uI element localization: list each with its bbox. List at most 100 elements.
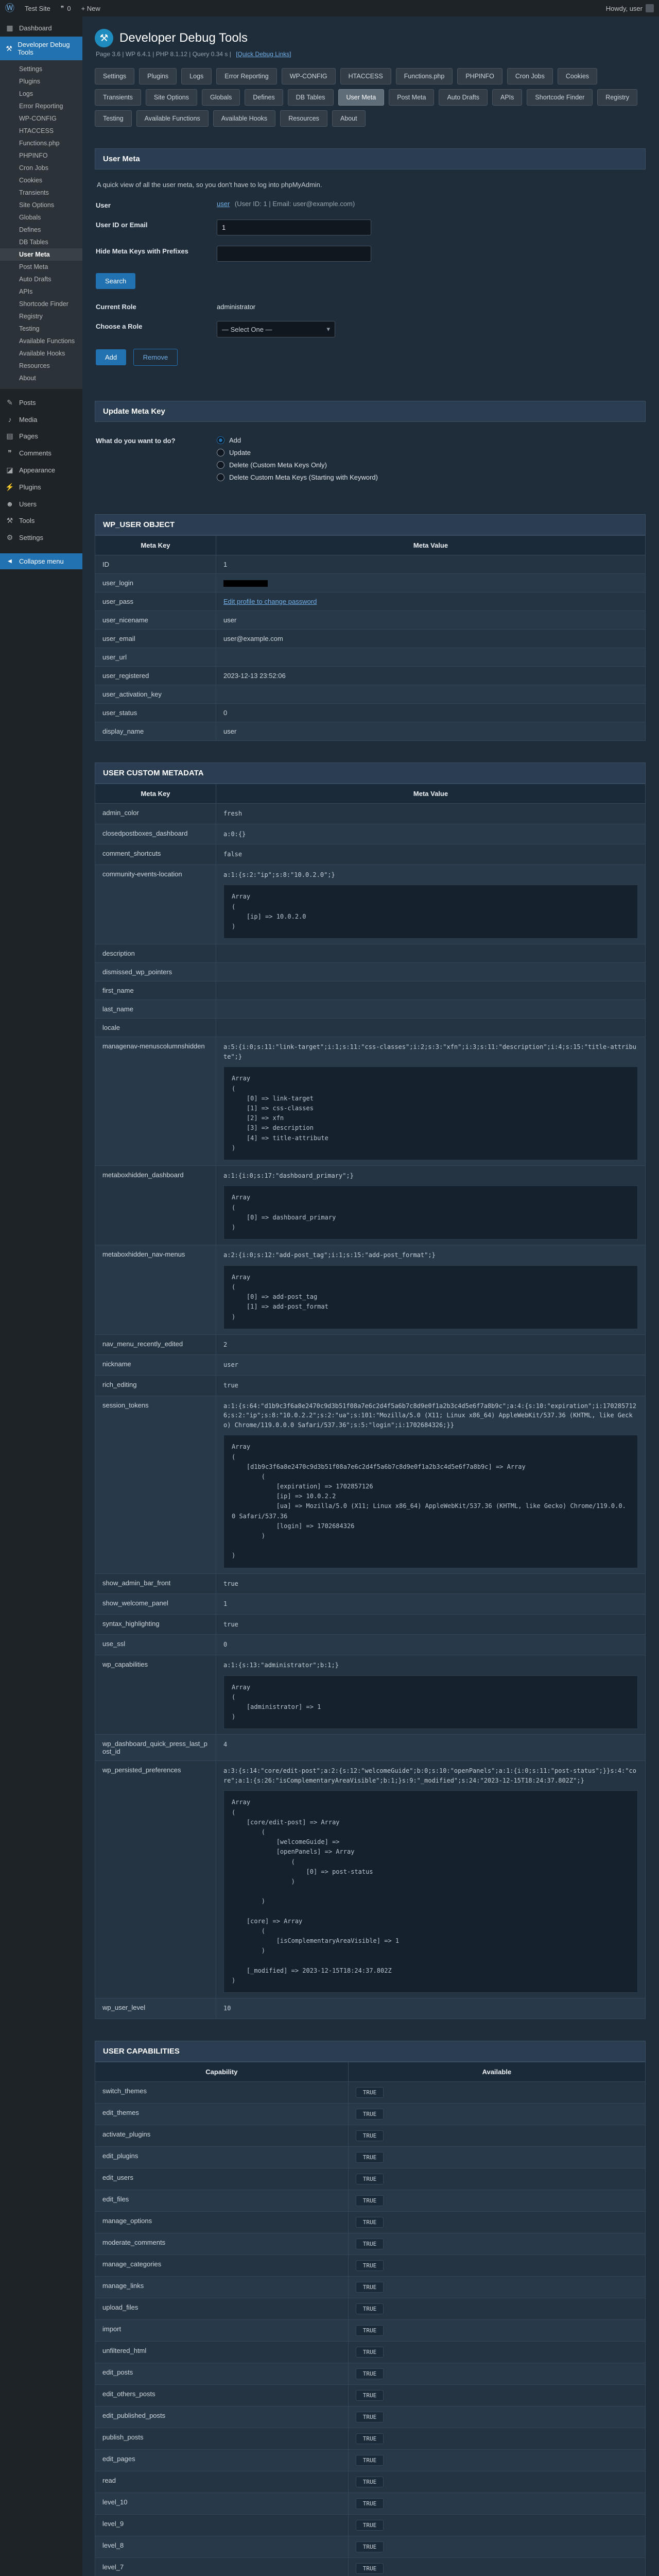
submenu-item[interactable]: Site Options [0, 199, 82, 211]
radio-option[interactable]: Delete Custom Meta Keys (Starting with K… [217, 473, 645, 481]
submenu-item[interactable]: Resources [0, 360, 82, 372]
sidebar-item[interactable]: ▤ Pages [0, 428, 82, 445]
tab-button[interactable]: Cron Jobs [507, 68, 553, 84]
submenu-item[interactable]: Post Meta [0, 261, 82, 273]
capability-name-cell: edit_published_posts [95, 2406, 349, 2428]
submenu-item[interactable]: Testing [0, 323, 82, 335]
update-action-question: What do you want to do? [96, 434, 217, 445]
search-button[interactable]: Search [96, 273, 135, 289]
submenu-item[interactable]: Auto Drafts [0, 273, 82, 285]
submenu-item[interactable]: Available Hooks [0, 347, 82, 360]
submenu-item[interactable]: HTACCESS [0, 125, 82, 137]
tab-button[interactable]: Plugins [139, 68, 177, 84]
submenu-item[interactable]: PHPINFO [0, 149, 82, 162]
sidebar-item-dev-debug-tools[interactable]: ⚒ Developer Debug Tools [0, 37, 82, 60]
tab-button[interactable]: Site Options [146, 89, 197, 106]
tab-button[interactable]: Functions.php [396, 68, 453, 84]
remove-role-button[interactable]: Remove [133, 349, 178, 366]
prefix-filter-input[interactable] [217, 246, 371, 262]
site-name-link[interactable]: Test Site [20, 0, 56, 16]
tab-button[interactable]: User Meta [338, 89, 385, 106]
submenu-item[interactable]: APIs [0, 285, 82, 298]
tab-button[interactable]: Globals [202, 89, 240, 106]
role-select[interactable]: — Select One — ▾ [217, 321, 335, 337]
sidebar-item[interactable]: ⚡ Plugins [0, 479, 82, 496]
tab-button[interactable]: Settings [95, 68, 134, 84]
tab-button[interactable]: Resources [280, 110, 327, 127]
tab-button[interactable]: Available Functions [136, 110, 209, 127]
meta-value-cell: 4 [216, 1735, 646, 1761]
howdy-account-menu[interactable]: Howdy, user [601, 0, 659, 16]
submenu-item[interactable]: Defines [0, 224, 82, 236]
radio-button-icon[interactable] [217, 461, 224, 469]
sidebar-item-dashboard[interactable]: ▦ Dashboard [0, 20, 82, 37]
radio-button-icon[interactable] [217, 473, 224, 481]
user-custom-metadata-section: USER CUSTOM METADATA Meta Key Meta Value… [95, 762, 646, 2019]
submenu-item[interactable]: DB Tables [0, 236, 82, 248]
user-profile-link[interactable]: user [217, 200, 230, 208]
tab-button[interactable]: WP-CONFIG [282, 68, 336, 84]
radio-option[interactable]: Delete (Custom Meta Keys Only) [217, 461, 645, 469]
tab-button[interactable]: Available Hooks [213, 110, 275, 127]
tab-button[interactable]: Shortcode Finder [527, 89, 593, 106]
meta-key-cell: community-events-location [95, 865, 216, 944]
capability-name-cell: level_8 [95, 2536, 349, 2557]
submenu-item[interactable]: Plugins [0, 75, 82, 88]
radio-button-icon[interactable] [217, 449, 224, 456]
meta-value-text: user@example.com [223, 635, 283, 642]
submenu-item[interactable]: Transients [0, 187, 82, 199]
tab-button[interactable]: Cookies [558, 68, 597, 84]
sidebar-item[interactable]: ❞ Comments [0, 445, 82, 462]
sidebar-item[interactable]: ✎ Posts [0, 394, 82, 411]
submenu-item[interactable]: Functions.php [0, 137, 82, 149]
tab-button[interactable]: Defines [245, 89, 283, 106]
radio-button-icon[interactable] [217, 436, 224, 444]
submenu-item[interactable]: User Meta [0, 248, 82, 261]
sidebar-item[interactable]: ♪ Media [0, 411, 82, 428]
submenu-item[interactable]: Logs [0, 88, 82, 100]
sidebar-item[interactable]: ⚒ Tools [0, 512, 82, 529]
tab-button[interactable]: Transients [95, 89, 141, 106]
tab-button[interactable]: Auto Drafts [439, 89, 488, 106]
capability-value-cell: TRUE [348, 2471, 645, 2493]
user-label: User [96, 199, 217, 209]
submenu-item[interactable]: Settings [0, 63, 82, 75]
tab-button[interactable]: Error Reporting [216, 68, 276, 84]
tab-button[interactable]: Registry [597, 89, 637, 106]
tab-button[interactable]: Logs [181, 68, 212, 84]
sidebar-item[interactable]: ☻ Users [0, 496, 82, 512]
submenu-item[interactable]: About [0, 372, 82, 384]
edit-profile-link[interactable]: Edit profile to change password [223, 598, 317, 605]
submenu-item[interactable]: Globals [0, 211, 82, 224]
radio-option[interactable]: Add [217, 436, 645, 444]
submenu-item[interactable]: Error Reporting [0, 100, 82, 112]
comments-menu[interactable]: ❞ 0 [56, 0, 76, 16]
submenu-item[interactable]: Shortcode Finder [0, 298, 82, 310]
submenu-item[interactable]: Registry [0, 310, 82, 323]
tab-button[interactable]: APIs [492, 89, 522, 106]
collapse-menu-button[interactable]: ◀ Collapse menu [0, 553, 82, 569]
wordpress-logo-icon[interactable]: Ⓦ [0, 0, 20, 16]
capability-value-cell: TRUE [348, 2190, 645, 2211]
sidebar-item[interactable]: ◪ Appearance [0, 462, 82, 479]
tab-button[interactable]: Testing [95, 110, 132, 127]
tab-button[interactable]: HTACCESS [340, 68, 391, 84]
radio-option[interactable]: Update [217, 449, 645, 456]
tab-button[interactable]: PHPINFO [457, 68, 502, 84]
tab-button[interactable]: About [332, 110, 366, 127]
tab-button[interactable]: Post Meta [389, 89, 434, 106]
submenu-item[interactable]: Cookies [0, 174, 82, 187]
submenu-item[interactable]: Cron Jobs [0, 162, 82, 174]
new-content-button[interactable]: + New [76, 0, 106, 16]
add-role-button[interactable]: Add [96, 349, 126, 365]
meta-value-text: 2023-12-13 23:52:06 [223, 672, 286, 680]
meta-key-cell: wp_capabilities [95, 1655, 216, 1734]
submenu-item[interactable]: WP-CONFIG [0, 112, 82, 125]
tab-button[interactable]: DB Tables [288, 89, 334, 106]
submenu-item[interactable]: Available Functions [0, 335, 82, 347]
quick-debug-link[interactable]: [Quick Debug Links] [236, 50, 291, 58]
admin-bar: Ⓦ Test Site ❞ 0 + New Howdy, user [0, 0, 659, 16]
serialized-value: a:1:{s:13:"administrator";b:1;} [223, 1660, 638, 1670]
sidebar-item[interactable]: ⚙ Settings [0, 529, 82, 546]
user-id-input[interactable] [217, 219, 371, 235]
